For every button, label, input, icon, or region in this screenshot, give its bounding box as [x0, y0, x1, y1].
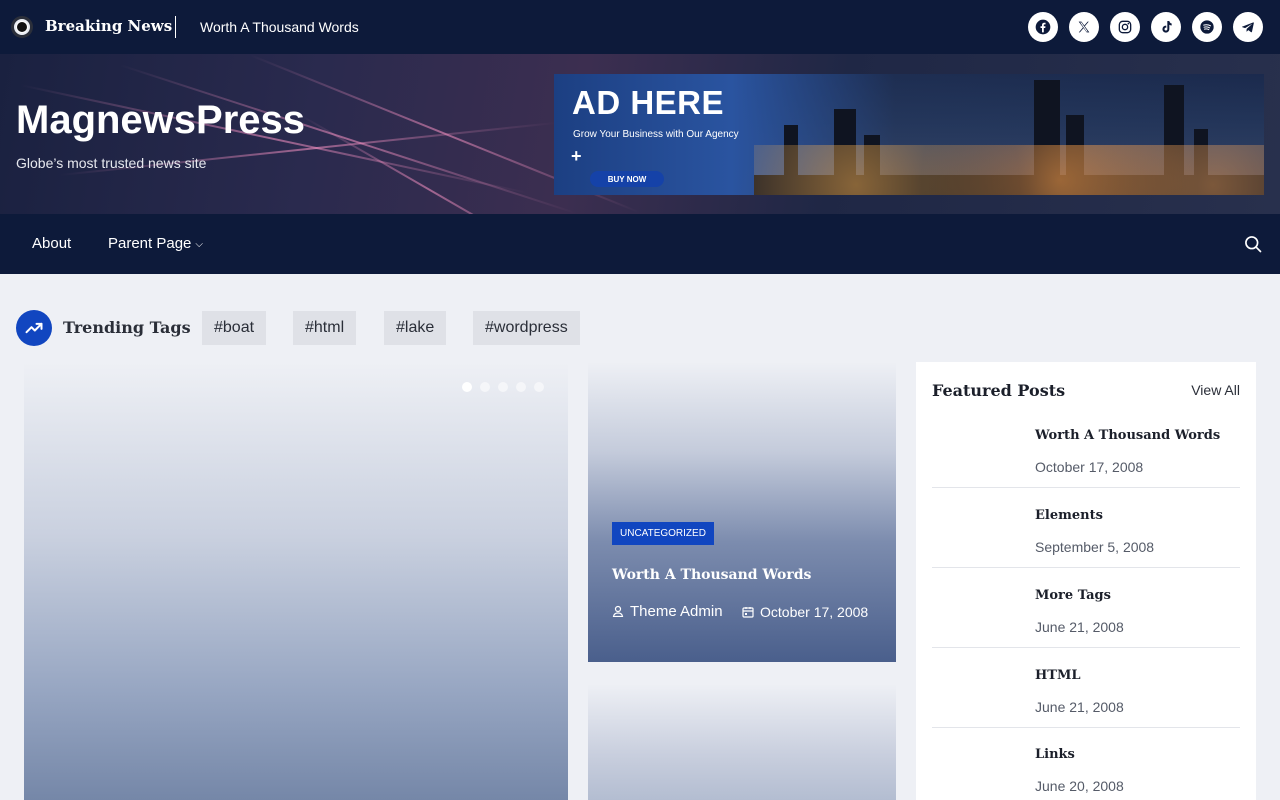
- x-icon[interactable]: [1069, 12, 1099, 42]
- ad-plus-icon: +: [571, 146, 582, 166]
- featured-post-title[interactable]: HTML: [1035, 668, 1081, 683]
- post-card-author[interactable]: Theme Admin: [612, 600, 732, 624]
- featured-post-title[interactable]: Links: [1035, 747, 1075, 762]
- spotify-icon[interactable]: [1192, 12, 1222, 42]
- telegram-icon[interactable]: [1233, 12, 1263, 42]
- ad-title: AD HERE: [572, 84, 725, 121]
- trending-tags-label: Trending Tags: [63, 318, 191, 337]
- ad-subtitle: Grow Your Business with Our Agency: [573, 129, 739, 140]
- calendar-icon: [742, 607, 754, 618]
- featured-post-title[interactable]: More Tags: [1035, 588, 1111, 603]
- nav-item-about[interactable]: About: [32, 235, 71, 252]
- post-card-date[interactable]: October 17, 2008: [742, 602, 872, 623]
- featured-post-item[interactable]: More Tags June 21, 2008: [932, 568, 1240, 648]
- featured-post-date: September 5, 2008: [1035, 539, 1155, 555]
- post-card[interactable]: [588, 684, 896, 800]
- breaking-news-divider: [175, 16, 176, 38]
- main-slider[interactable]: [24, 362, 568, 800]
- nav-item-parent-page[interactable]: Parent Page ⌵: [108, 235, 203, 252]
- slider-dot[interactable]: [498, 382, 508, 392]
- site-header: MagnewsPress Globe’s most trusted news s…: [0, 54, 1280, 214]
- featured-post-item[interactable]: Links June 20, 2008: [932, 727, 1240, 800]
- featured-post-thumbnail[interactable]: [932, 658, 1020, 718]
- featured-post-title[interactable]: Worth A Thousand Words: [1035, 428, 1220, 443]
- slider-dot[interactable]: [480, 382, 490, 392]
- featured-post-date: June 20, 2008: [1035, 778, 1124, 794]
- main-navigation: About Parent Page ⌵: [0, 214, 1280, 274]
- view-all-link[interactable]: View All: [1191, 382, 1240, 398]
- featured-post-title[interactable]: Elements: [1035, 508, 1103, 523]
- post-card-title[interactable]: Worth A Thousand Words: [612, 567, 811, 583]
- slider-dot[interactable]: [534, 382, 544, 392]
- instagram-icon[interactable]: [1110, 12, 1140, 42]
- featured-post-date: October 17, 2008: [1035, 459, 1144, 475]
- featured-posts: Featured Posts View All Worth A Thousand…: [916, 362, 1256, 800]
- chevron-down-icon: ⌵: [195, 239, 203, 250]
- featured-posts-title: Featured Posts: [932, 381, 1066, 400]
- user-icon: [612, 605, 624, 617]
- featured-post-date: June 21, 2008: [1035, 699, 1124, 715]
- top-bar: Breaking News Worth A Thousand Words: [0, 0, 1280, 54]
- slider-dot[interactable]: [462, 382, 472, 392]
- breaking-news-icon: [11, 16, 33, 38]
- slider-pagination: [462, 382, 544, 392]
- breaking-news-label: Breaking News: [45, 17, 173, 35]
- featured-post-date: June 21, 2008: [1035, 619, 1124, 635]
- breaking-news-headline[interactable]: Worth A Thousand Words: [200, 19, 359, 35]
- post-card-date-text: October 17, 2008: [760, 604, 869, 620]
- featured-post-item[interactable]: Elements September 5, 2008: [932, 488, 1240, 568]
- tag-boat[interactable]: #boat: [202, 311, 267, 345]
- advertisement-banner[interactable]: AD HERE Grow Your Business with Our Agen…: [554, 74, 1264, 195]
- featured-post-item[interactable]: HTML June 21, 2008: [932, 648, 1240, 728]
- post-card-author-name: Theme Admin: [630, 603, 723, 620]
- category-badge[interactable]: UNCATEGORIZED: [612, 522, 714, 545]
- site-title[interactable]: MagnewsPress: [16, 98, 305, 143]
- featured-post-thumbnail[interactable]: [932, 578, 1020, 638]
- tag-html[interactable]: #html: [293, 311, 357, 345]
- tag-wordpress[interactable]: #wordpress: [473, 311, 580, 345]
- slider-dot[interactable]: [516, 382, 526, 392]
- site-tagline: Globe’s most trusted news site: [16, 155, 207, 171]
- trending-icon: [16, 310, 52, 346]
- featured-post-item[interactable]: Worth A Thousand Words October 17, 2008: [932, 408, 1240, 488]
- nav-item-parent-page-label: Parent Page: [108, 235, 192, 252]
- social-links: [1028, 12, 1263, 42]
- search-icon[interactable]: [1243, 234, 1263, 254]
- facebook-icon[interactable]: [1028, 12, 1058, 42]
- featured-post-thumbnail[interactable]: [932, 498, 1020, 558]
- featured-post-thumbnail[interactable]: [932, 737, 1020, 797]
- featured-post-thumbnail[interactable]: [932, 418, 1020, 478]
- ad-buy-now-button[interactable]: BUY NOW: [590, 171, 664, 187]
- tag-lake[interactable]: #lake: [384, 311, 447, 345]
- city-lights: [754, 145, 1264, 195]
- tiktok-icon[interactable]: [1151, 12, 1181, 42]
